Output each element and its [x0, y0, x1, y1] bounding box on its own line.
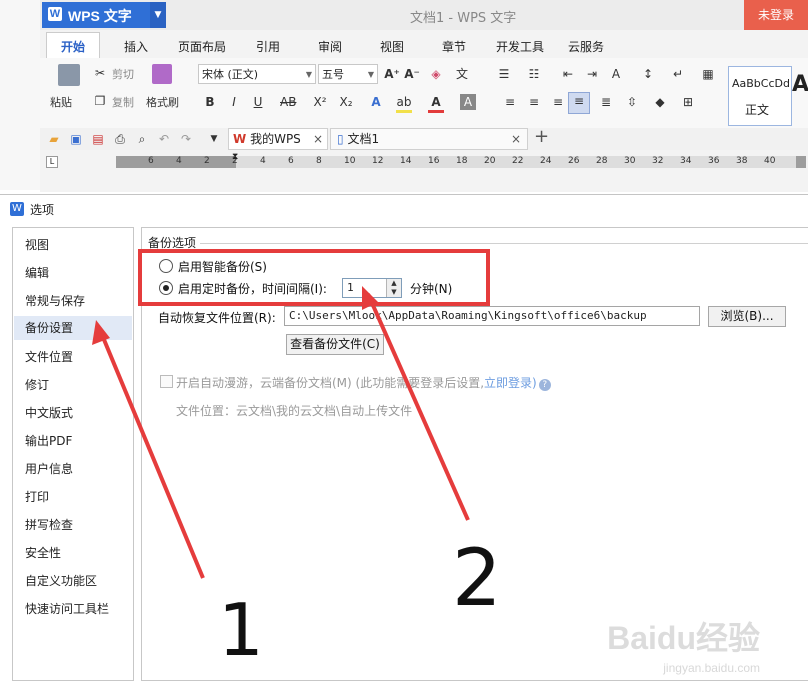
annotation-number-1: 1: [218, 588, 264, 672]
highlight-box: [138, 249, 490, 306]
annotation-overlay: 1 2: [92, 249, 502, 672]
arrow-1-head: [92, 320, 110, 345]
arrow-2-shaft: [366, 293, 470, 521]
annotation-number-2: 2: [452, 534, 502, 624]
arrow-1-shaft: [98, 329, 205, 579]
